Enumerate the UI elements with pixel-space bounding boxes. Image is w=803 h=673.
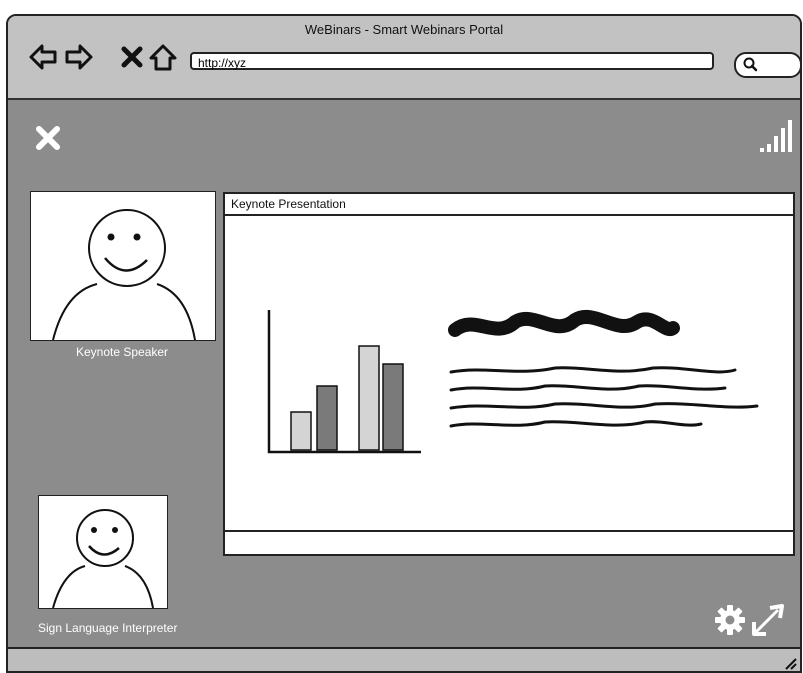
presentation-title: Keynote Presentation: [225, 194, 793, 216]
back-icon[interactable]: [28, 42, 58, 72]
presentation-window[interactable]: Keynote Presentation: [223, 192, 795, 556]
settings-gear-icon[interactable]: [714, 604, 746, 636]
webinar-content-area: Keynote Speaker Keynote Presentation Sig…: [8, 100, 800, 647]
fullscreen-expand-icon[interactable]: [748, 600, 788, 640]
chart-bar: [290, 411, 312, 451]
slide-body-scribble: [449, 366, 759, 428]
slide-heading-scribble: [448, 309, 680, 337]
close-icon[interactable]: [34, 124, 62, 152]
chart-bar: [358, 345, 380, 451]
address-bar[interactable]: http://xyz: [190, 52, 714, 70]
interpreter-avatar-icon: [52, 509, 154, 609]
browser-window: WeBinars - Smart Webinars Portal http://…: [6, 14, 802, 673]
chart-bar: [382, 363, 404, 451]
signal-strength-icon: [760, 120, 792, 152]
search-icon: [743, 57, 758, 72]
search-button[interactable]: [734, 52, 800, 78]
home-icon[interactable]: [148, 42, 178, 72]
title-bar: WeBinars - Smart Webinars Portal http://…: [8, 16, 800, 100]
presentation-footer: [225, 530, 793, 554]
stop-icon[interactable]: [118, 42, 148, 72]
slide-bar-chart: [267, 310, 421, 454]
chart-bar: [316, 385, 338, 451]
window-title: WeBinars - Smart Webinars Portal: [304, 22, 504, 37]
resize-grip-icon[interactable]: [780, 653, 798, 671]
forward-icon[interactable]: [64, 42, 94, 72]
keynote-speaker-video[interactable]: [30, 191, 216, 341]
speaker-label: Keynote Speaker: [75, 345, 169, 359]
sign-language-interpreter-video[interactable]: [38, 495, 168, 609]
slide-content: [267, 309, 759, 454]
interpreter-label: Sign Language Interpreter: [38, 621, 178, 635]
status-bar: [8, 647, 800, 671]
speaker-avatar-icon: [52, 209, 196, 341]
